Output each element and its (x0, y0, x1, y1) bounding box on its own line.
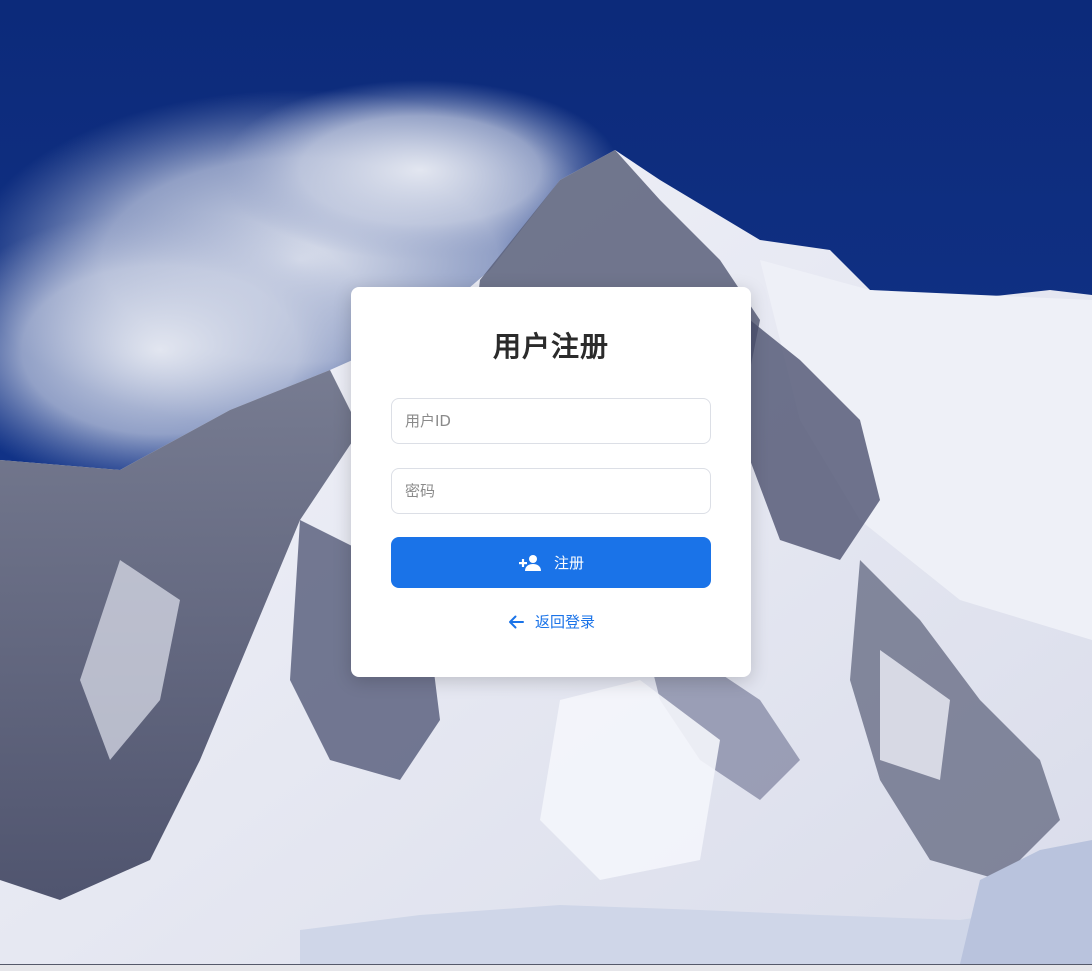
person-add-icon (518, 554, 542, 572)
register-button[interactable]: 注册 (391, 537, 711, 588)
arrow-left-icon (507, 613, 525, 631)
password-input[interactable] (391, 468, 711, 514)
back-to-login-label: 返回登录 (534, 613, 595, 631)
register-card: 用户注册 注册 返回登录 (351, 287, 751, 677)
back-to-login-link[interactable]: 返回登录 (351, 611, 751, 632)
user-id-input[interactable] (391, 398, 711, 444)
register-button-label: 注册 (553, 554, 584, 572)
page-title: 用户注册 (492, 330, 609, 363)
